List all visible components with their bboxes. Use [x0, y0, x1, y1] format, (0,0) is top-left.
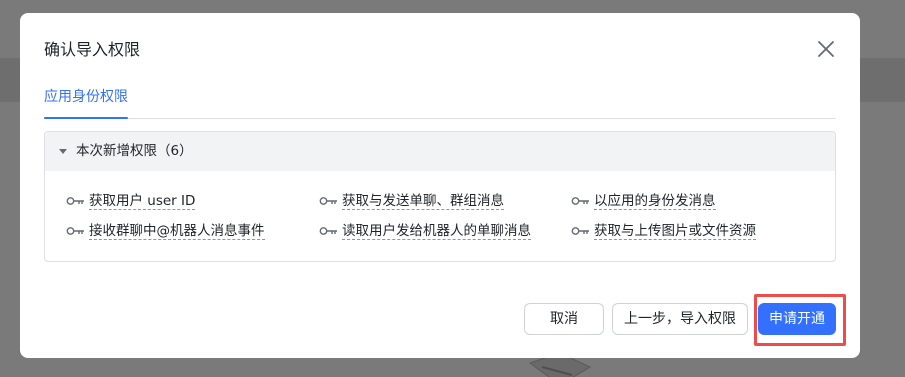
permission-item: 获取与上传图片或文件资源: [571, 222, 756, 240]
caret-down-icon: [59, 149, 67, 154]
confirm-import-permissions-dialog: 确认导入权限 应用身份权限 本次新增权限（6） 获取用户 user ID 获取与…: [20, 13, 860, 358]
permission-label[interactable]: 获取用户 user ID: [89, 193, 196, 210]
permission-label[interactable]: 读取用户发给机器人的单聊消息: [342, 223, 531, 240]
previous-step-button[interactable]: 上一步，导入权限: [612, 303, 748, 335]
close-icon[interactable]: [816, 39, 836, 59]
key-icon: [66, 197, 84, 205]
permissions-header-label: 本次新增权限（6）: [76, 143, 193, 159]
permission-item: 读取用户发给机器人的单聊消息: [319, 222, 531, 240]
key-icon: [66, 227, 84, 235]
permission-label[interactable]: 获取与上传图片或文件资源: [594, 223, 756, 240]
key-icon: [571, 197, 589, 205]
permission-label[interactable]: 接收群聊中@机器人消息事件: [89, 223, 265, 240]
permission-item: 接收群聊中@机器人消息事件: [66, 222, 265, 240]
tab-app-identity-permissions[interactable]: 应用身份权限: [44, 88, 128, 119]
tab-label: 应用身份权限: [44, 89, 128, 105]
active-tab-indicator: [44, 117, 128, 119]
cancel-button[interactable]: 取消: [524, 303, 604, 335]
permission-label[interactable]: 获取与发送单聊、群组消息: [342, 193, 504, 210]
permission-item: 获取与发送单聊、群组消息: [319, 192, 504, 210]
tab-bar: 应用身份权限: [44, 83, 836, 119]
permission-item: 以应用的身份发消息: [571, 192, 716, 210]
new-permissions-panel: 本次新增权限（6） 获取用户 user ID 获取与发送单聊、群组消息 以应用的…: [44, 131, 836, 262]
permission-item: 获取用户 user ID: [66, 192, 196, 210]
highlight-box: [754, 294, 846, 346]
key-icon: [571, 227, 589, 235]
permission-label[interactable]: 以应用的身份发消息: [594, 193, 716, 210]
key-icon: [319, 197, 337, 205]
key-icon: [319, 227, 337, 235]
dialog-title: 确认导入权限: [44, 40, 141, 59]
permissions-collapse-header[interactable]: 本次新增权限（6）: [45, 132, 835, 171]
